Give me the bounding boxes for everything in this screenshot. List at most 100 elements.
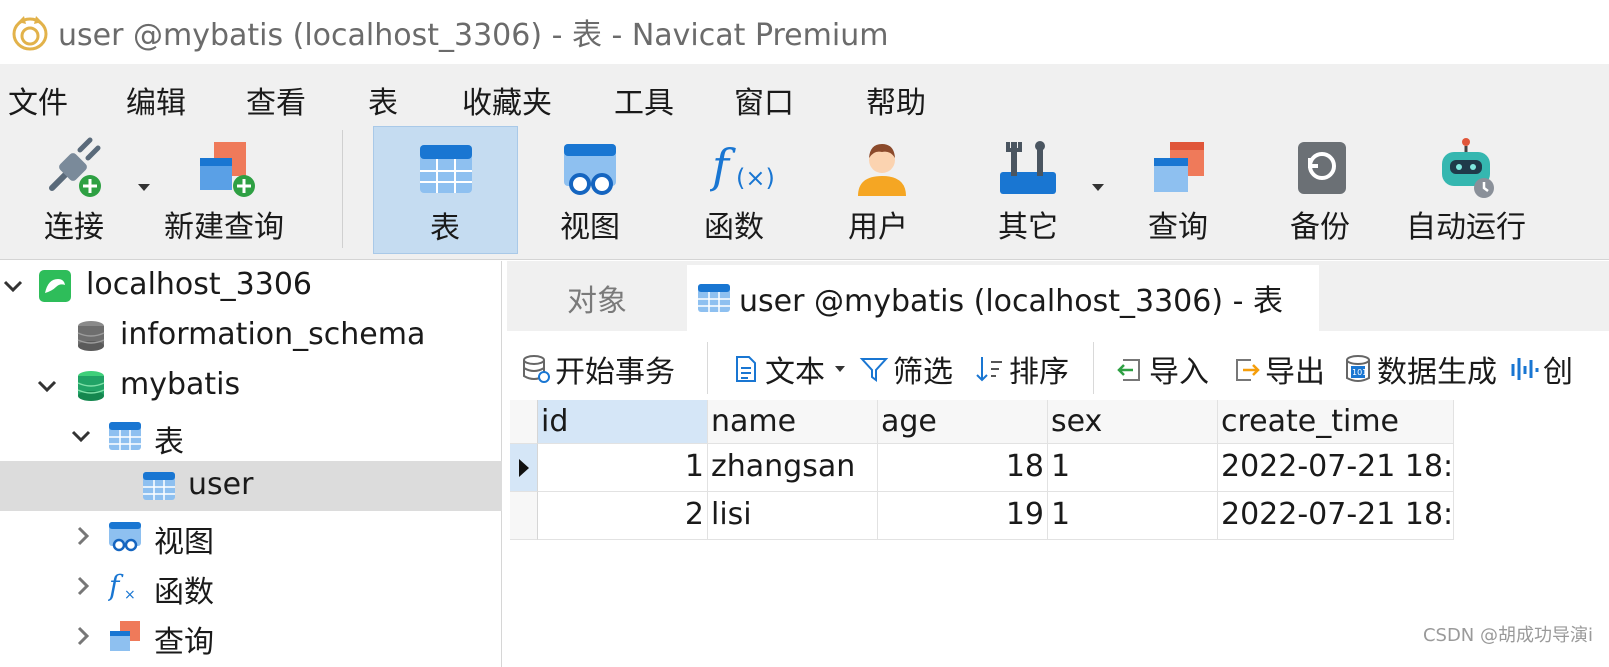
chevron-down-icon[interactable]	[36, 375, 58, 397]
column-header-name[interactable]: name	[708, 400, 878, 444]
tab-objects[interactable]: 对象	[507, 265, 687, 331]
begin-transaction-button[interactable]: 开始事务	[521, 346, 675, 392]
menu-bar: 文件 编辑 查看 表 收藏夹 工具 窗口 帮助	[0, 64, 1609, 126]
cell-sex[interactable]: 1	[1048, 492, 1218, 540]
toolbar-separator	[342, 130, 343, 248]
cell-age[interactable]: 18	[878, 444, 1048, 492]
cell-age[interactable]: 19	[878, 492, 1048, 540]
sort-label: 排序	[1009, 355, 1069, 390]
menu-tools[interactable]: 工具	[614, 78, 674, 122]
function-tool-button[interactable]: f (×) 函数	[690, 126, 800, 254]
chevron-right-icon[interactable]	[72, 625, 94, 647]
column-header-create-time[interactable]: create_time	[1218, 400, 1454, 444]
chevron-down-icon[interactable]	[2, 275, 24, 297]
function-icon: f ×	[108, 569, 136, 603]
column-header-age[interactable]: age	[878, 400, 1048, 444]
menu-favorites[interactable]: 收藏夹	[462, 78, 552, 122]
text-button[interactable]: 文本	[731, 346, 845, 392]
user-tool-button[interactable]: 用户	[836, 126, 926, 254]
import-button[interactable]: 导入	[1115, 346, 1209, 392]
cell-name[interactable]: lisi	[708, 492, 878, 540]
text-label: 文本	[765, 355, 825, 390]
chevron-down-icon[interactable]	[70, 425, 92, 447]
table-icon	[420, 145, 472, 193]
text-dropdown-icon[interactable]	[835, 366, 845, 372]
sort-button[interactable]: 排序	[975, 346, 1069, 392]
tab-bar: 对象 user @mybatis (localhost_3306) - 表	[507, 261, 1609, 331]
table-tool-button[interactable]: 表	[373, 126, 518, 254]
export-button[interactable]: 导出	[1231, 346, 1325, 392]
menu-help[interactable]: 帮助	[866, 78, 926, 122]
chart-bars-icon	[1511, 358, 1539, 380]
menu-window[interactable]: 窗口	[734, 78, 794, 122]
data-generation-button[interactable]: 101 数据生成	[1343, 346, 1497, 392]
user-icon	[858, 144, 906, 196]
tree-table-user[interactable]: user	[0, 461, 502, 511]
view-tool-button[interactable]: 视图	[540, 126, 640, 254]
query-tool-button[interactable]: 查询	[1128, 126, 1228, 254]
menu-table[interactable]: 表	[368, 78, 398, 122]
data-generation-label: 数据生成	[1377, 355, 1497, 390]
watermark-text: CSDN @胡成功导演i	[1422, 625, 1593, 646]
tree-group-label: 表	[154, 425, 184, 460]
tree-db-information-schema[interactable]: information_schema	[0, 311, 502, 361]
backup-icon	[1298, 142, 1346, 194]
mysql-connection-icon	[39, 270, 71, 302]
cell-name[interactable]: zhangsan	[708, 444, 878, 492]
automation-tool-button[interactable]: 自动运行	[1400, 126, 1530, 254]
svg-text:f: f	[108, 569, 124, 602]
cell-sex[interactable]: 1	[1048, 444, 1218, 492]
filter-button[interactable]: 筛选	[859, 346, 953, 392]
title-bar: user @mybatis (localhost_3306) - 表 - Nav…	[0, 0, 1609, 64]
menu-file[interactable]: 文件	[8, 78, 68, 122]
svg-text:101: 101	[1352, 368, 1367, 377]
transaction-icon	[523, 355, 550, 383]
query-tool-label: 查询	[1148, 210, 1208, 245]
cell-create-time[interactable]: 2022-07-21 18:0	[1218, 492, 1454, 540]
create-chart-button[interactable]: 创	[1509, 346, 1573, 392]
filter-icon	[859, 358, 889, 382]
table-icon	[143, 472, 175, 500]
function-icon: f (×)	[710, 139, 774, 193]
new-query-icon	[200, 142, 255, 197]
other-dropdown-icon[interactable]	[1092, 184, 1104, 191]
view-icon	[564, 144, 616, 195]
filter-label: 筛选	[893, 355, 953, 390]
row-indicator[interactable]	[510, 492, 538, 540]
text-doc-icon	[736, 356, 756, 382]
row-indicator-current[interactable]	[510, 444, 538, 492]
chevron-right-icon[interactable]	[72, 575, 94, 597]
connect-button[interactable]: 连接	[20, 126, 130, 254]
tree-group-tables[interactable]: 表	[0, 411, 502, 461]
cell-id[interactable]: 2	[538, 492, 708, 540]
chevron-right-icon[interactable]	[72, 525, 94, 547]
import-label: 导入	[1149, 355, 1209, 390]
other-tool-button[interactable]: 其它	[978, 126, 1078, 254]
tree-db-mybatis[interactable]: mybatis	[0, 361, 502, 411]
sort-icon	[976, 357, 1002, 382]
tree-group-functions[interactable]: f × 函数	[0, 561, 502, 611]
column-header-id[interactable]: id	[538, 400, 708, 444]
toolbar-separator	[707, 342, 708, 394]
menu-view[interactable]: 查看	[246, 78, 306, 122]
database-icon	[77, 321, 105, 351]
tree-connection-localhost[interactable]: localhost_3306	[0, 261, 502, 311]
column-header-sex[interactable]: sex	[1048, 400, 1218, 444]
backup-tool-label: 备份	[1290, 210, 1350, 245]
tools-icon	[1000, 141, 1056, 194]
connect-dropdown-icon[interactable]	[138, 184, 150, 191]
database-icon	[77, 371, 105, 401]
new-query-button[interactable]: 新建查询	[160, 126, 290, 254]
tab-user-table[interactable]: user @mybatis (localhost_3306) - 表	[687, 265, 1319, 331]
navigation-pane: localhost_3306 information_schema mybati…	[0, 261, 502, 667]
tree-group-queries[interactable]: 查询	[0, 611, 502, 661]
tree-group-label: 函数	[154, 575, 214, 610]
backup-tool-button[interactable]: 备份	[1276, 126, 1366, 254]
menu-edit[interactable]: 编辑	[126, 78, 186, 122]
navicat-logo-icon	[12, 16, 48, 51]
cell-id[interactable]: 1	[538, 444, 708, 492]
cell-create-time[interactable]: 2022-07-21 18:0	[1218, 444, 1454, 492]
connect-label: 连接	[44, 210, 104, 245]
tree-group-views[interactable]: 视图	[0, 511, 502, 561]
table-icon	[109, 422, 141, 450]
